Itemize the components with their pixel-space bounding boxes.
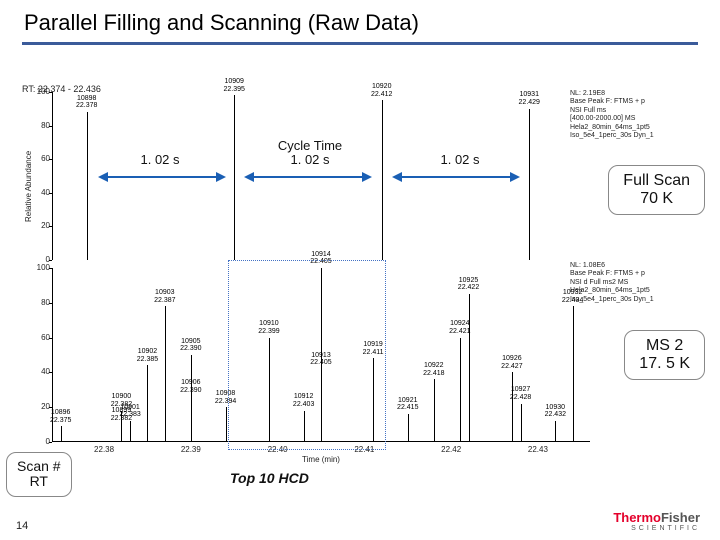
cycle-time-2: 1. 02 s — [290, 152, 329, 167]
pill-ms2: MS 217. 5 K — [624, 330, 705, 380]
scan-rt-label: Scan #RT — [6, 452, 72, 497]
pill-fullscan: Full Scan70 K — [608, 165, 705, 215]
page-number: 14 — [16, 520, 28, 532]
cycle-time-label: Cycle Time — [278, 138, 342, 153]
page-title: Parallel Filling and Scanning (Raw Data) — [0, 0, 720, 36]
highlight-box — [228, 260, 386, 450]
y-axis-label: Relative Abundance — [24, 151, 33, 222]
top10-label: Top 10 HCD — [230, 470, 309, 486]
x-axis-label: Time (min) — [302, 455, 340, 464]
cycle-time-1: 1. 02 s — [140, 152, 179, 167]
arrow-1 — [98, 172, 226, 182]
y-axis — [52, 92, 53, 260]
info-ms2: NL: 1.08E6Base Peak F: FTMS + pNSI d Ful… — [570, 262, 690, 304]
title-underline — [22, 42, 698, 45]
arrow-3 — [392, 172, 520, 182]
arrow-2 — [244, 172, 372, 182]
cycle-time-3: 1. 02 s — [440, 152, 479, 167]
info-fullscan: NL: 2.19E8Base Peak F: FTMS + pNSI Full … — [570, 90, 690, 140]
plot-area: Relative Abundance 0204060801001089822.3… — [30, 92, 590, 472]
logo: ThermoFisher SCIENTIFIC — [613, 510, 700, 532]
